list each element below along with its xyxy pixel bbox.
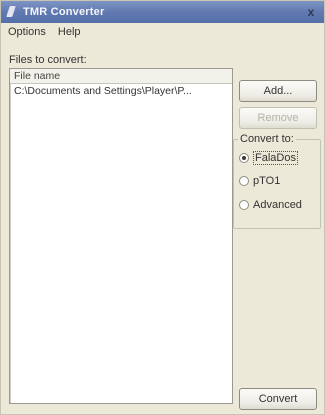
converter-window: TMR Converter x Options Help Files to co… bbox=[0, 0, 325, 415]
radio-label-falados: FalaDos bbox=[253, 151, 298, 165]
radio-option-falados[interactable]: FalaDos bbox=[239, 151, 298, 165]
list-item[interactable]: C:\Documents and Settings\Player\P... bbox=[10, 84, 232, 99]
converter-app-icon bbox=[6, 5, 18, 19]
convert-to-group: Convert to: FalaDos pTO1 Advanced bbox=[233, 133, 321, 229]
menu-options[interactable]: Options bbox=[1, 26, 52, 38]
column-header-file-name[interactable]: File name bbox=[10, 69, 232, 84]
close-icon[interactable]: x bbox=[304, 5, 318, 19]
remove-button[interactable]: Remove bbox=[239, 107, 317, 129]
convert-button[interactable]: Convert bbox=[239, 388, 317, 410]
convert-to-label: Convert to: bbox=[238, 133, 296, 145]
menu-help[interactable]: Help bbox=[52, 26, 87, 38]
menu-bar: Options Help bbox=[1, 23, 324, 41]
radio-button-icon[interactable] bbox=[239, 200, 249, 210]
radio-label-pto1: pTO1 bbox=[253, 175, 281, 187]
radio-option-pto1[interactable]: pTO1 bbox=[239, 175, 280, 187]
files-to-convert-label: Files to convert: bbox=[9, 54, 87, 66]
radio-button-icon[interactable] bbox=[239, 176, 249, 186]
title-bar[interactable]: TMR Converter x bbox=[1, 1, 324, 23]
window-title: TMR Converter bbox=[23, 6, 105, 18]
file-list[interactable]: File name C:\Documents and Settings\Play… bbox=[9, 68, 233, 404]
radio-button-icon[interactable] bbox=[239, 153, 249, 163]
radio-label-advanced: Advanced bbox=[253, 199, 302, 211]
radio-option-advanced[interactable]: Advanced bbox=[239, 199, 302, 211]
add-button[interactable]: Add... bbox=[239, 80, 317, 102]
